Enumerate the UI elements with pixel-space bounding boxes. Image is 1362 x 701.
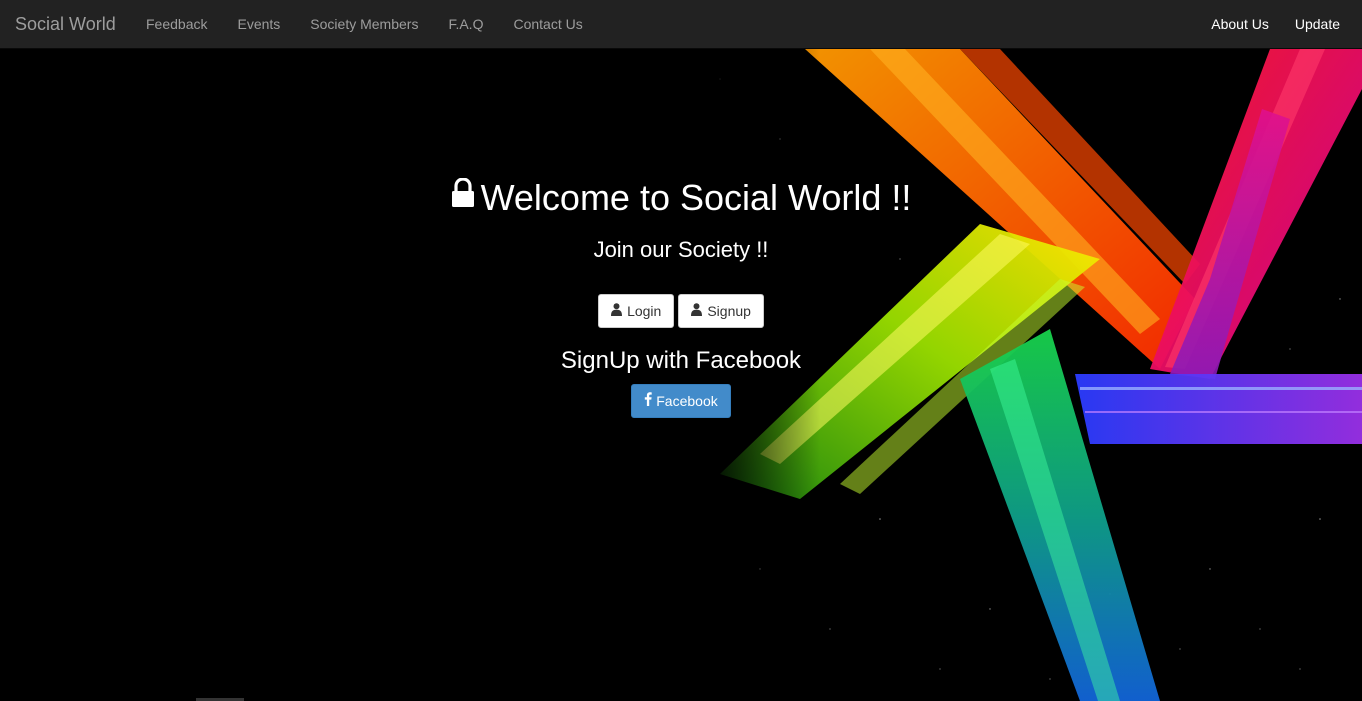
nav-link-contact-us[interactable]: Contact Us xyxy=(498,0,597,49)
auth-button-group: Login Signup xyxy=(0,294,1362,328)
welcome-title: Welcome to Social World !! xyxy=(0,177,1362,221)
signup-label: Signup xyxy=(707,303,751,319)
brand-link[interactable]: Social World xyxy=(15,13,116,35)
nav-link-events[interactable]: Events xyxy=(222,0,295,49)
facebook-button[interactable]: Facebook xyxy=(631,384,731,418)
nav-link-society-members[interactable]: Society Members xyxy=(295,0,433,49)
facebook-label: Facebook xyxy=(656,393,718,409)
facebook-icon xyxy=(644,392,652,410)
nav-link-feedback[interactable]: Feedback xyxy=(131,0,222,49)
facebook-signup-heading: SignUp with Facebook xyxy=(560,347,802,374)
login-button[interactable]: Login xyxy=(598,294,675,328)
nav-link-about-us[interactable]: About Us xyxy=(1198,0,1282,49)
login-label: Login xyxy=(627,303,662,319)
nav-left-menu: Feedback Events Society Members F.A.Q Co… xyxy=(131,0,598,49)
signup-button[interactable]: Signup xyxy=(678,294,764,328)
nav-link-update[interactable]: Update xyxy=(1282,0,1353,49)
welcome-title-text: Welcome to Social World !! xyxy=(480,177,912,218)
user-icon xyxy=(691,303,703,319)
nav-link-faq[interactable]: F.A.Q xyxy=(433,0,498,49)
facebook-button-row: Facebook xyxy=(0,384,1362,418)
lock-icon xyxy=(451,175,475,217)
join-subtitle: Join our Society !! xyxy=(593,237,769,262)
user-icon xyxy=(611,303,623,319)
top-navbar: Social World Feedback Events Society Mem… xyxy=(0,0,1362,49)
nav-right-menu: About Us Update xyxy=(1198,0,1353,49)
